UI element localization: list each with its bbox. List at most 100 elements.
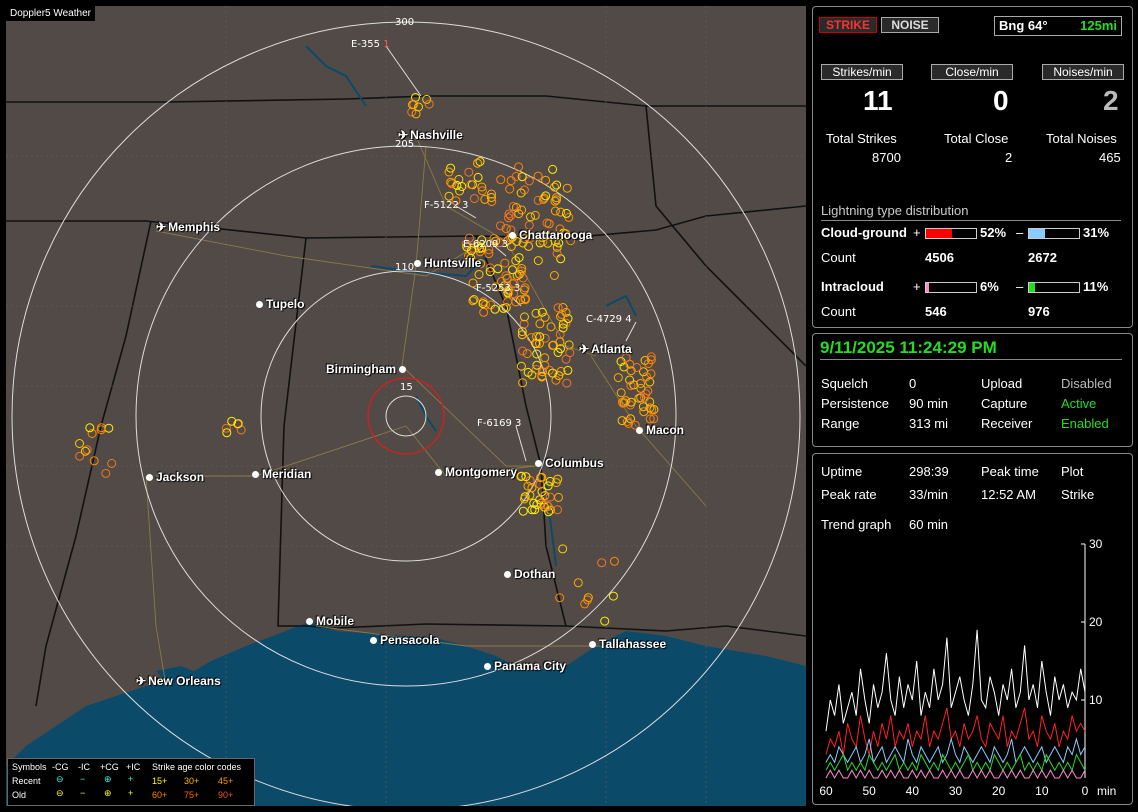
distribution-title: Lightning type distribution: [821, 203, 969, 218]
ring-label-300: 300: [395, 17, 415, 28]
storm-label[interactable]: F-5122 3: [424, 200, 468, 211]
age-60-label: 60+: [152, 790, 168, 800]
peak-time-label: Peak time: [981, 464, 1039, 479]
bearing-display: Bng 64° 125mi: [994, 16, 1122, 36]
cg-plus-sign: +: [913, 225, 921, 240]
strike-marker: [609, 556, 619, 566]
strike-marker: [548, 164, 558, 174]
strikes-per-min-value: 11: [863, 85, 893, 116]
city-dot-icon: [146, 474, 153, 482]
strike-marker: [541, 175, 551, 185]
plot-label: Plot: [1061, 464, 1084, 479]
strike-toggle-button[interactable]: STRIKE: [819, 17, 877, 33]
strike-marker: [473, 158, 482, 168]
strike-marker: [573, 578, 583, 588]
city-montgomery: Montgomery: [435, 465, 517, 479]
trend-chart: 30 20 10 60 50 40 30 20 10 0 min: [819, 537, 1116, 798]
strike-marker: [625, 375, 635, 385]
total-close-value: 2: [1005, 150, 1013, 165]
city-tupelo: Tupelo: [256, 297, 304, 311]
legend-age-codes: Strike age color codes: [152, 762, 242, 772]
storm-label[interactable]: F-6169 3: [477, 418, 521, 429]
upload-status[interactable]: Disabled: [1061, 376, 1112, 391]
y-tick-label: 20: [1089, 615, 1103, 629]
storm-label[interactable]: E-6209 3: [463, 239, 508, 250]
divider: [821, 220, 1121, 221]
city-huntsville: Huntsville: [414, 256, 481, 270]
strike-marker: [457, 182, 467, 191]
strike-marker: [493, 264, 503, 274]
noises-per-min-value: 2: [1103, 85, 1119, 116]
strike-marker: [101, 468, 111, 478]
strike-marker: [506, 211, 515, 221]
squelch-value[interactable]: 0: [909, 376, 916, 391]
neg-ic-recent-icon: −: [80, 774, 86, 784]
storm-label[interactable]: E-355 1: [351, 39, 390, 50]
city-dot-icon: [414, 260, 421, 268]
storm-label[interactable]: F-5253 3: [476, 283, 520, 294]
strikes-per-min-button[interactable]: Strikes/min: [821, 64, 903, 80]
capture-status[interactable]: Active: [1061, 396, 1096, 411]
receiver-label: Receiver: [981, 416, 1033, 431]
noise-toggle-button[interactable]: NOISE: [881, 17, 939, 33]
strike-marker: [444, 191, 454, 201]
strike-marker: [550, 206, 560, 216]
x-tick-label: 10: [1035, 784, 1049, 798]
receiver-status[interactable]: Enabled: [1061, 416, 1109, 431]
trend-graph-value[interactable]: 60 min: [909, 517, 948, 532]
strike-marker: [526, 212, 535, 222]
strike-marker: [535, 319, 545, 329]
ic-count-label: Count: [821, 304, 856, 319]
legend-symbols-label: Symbols: [12, 762, 47, 772]
upload-label: Upload: [981, 376, 1023, 391]
persistence-value[interactable]: 90 min: [909, 396, 948, 411]
strike-marker: [543, 481, 553, 491]
trend-series-line: [825, 737, 1086, 764]
city-dot-icon: [435, 469, 442, 477]
total-noises-label: Total Noises: [1046, 131, 1117, 146]
storm-label[interactable]: C-4729 4: [586, 314, 632, 325]
range-label: Range: [821, 416, 860, 431]
age-75-label: 75+: [184, 790, 200, 800]
cg-negative-bar: [1028, 228, 1080, 239]
city-dot-icon: [252, 471, 259, 479]
legend-neg-cg: -CG: [52, 762, 69, 772]
strike-markers: [75, 93, 659, 626]
ic-positive-count: 546: [925, 304, 947, 319]
neg-ic-old-icon: −: [80, 788, 86, 798]
total-strikes-label: Total Strikes: [826, 131, 897, 146]
squelch-label: Squelch: [821, 376, 868, 391]
brand-label: Doppler5 Weather: [6, 6, 95, 21]
strike-marker: [469, 194, 479, 203]
cg-negative-count: 2672: [1028, 250, 1057, 265]
strike-marker: [616, 388, 626, 398]
noises-per-min-button[interactable]: Noises/min: [1042, 64, 1124, 80]
airport-icon: ✈: [136, 674, 147, 688]
legend-recent-label: Recent: [12, 776, 41, 786]
strike-marker: [514, 253, 524, 263]
strike-marker: [556, 207, 566, 217]
city-panama-city: Panama City: [484, 659, 566, 673]
plot-value[interactable]: Strike: [1061, 487, 1094, 502]
uptime-label: Uptime: [821, 464, 863, 479]
city-memphis: ✈ Memphis: [156, 220, 221, 234]
lightning-map[interactable]: Doppler5 Weather 300 205 110 15 E-355 1 …: [6, 6, 806, 806]
age-30-label: 30+: [184, 776, 200, 786]
strike-marker: [552, 180, 562, 190]
legend-pos-ic: +IC: [126, 762, 141, 772]
total-noises-value: 465: [1099, 150, 1121, 165]
city-columbus: Columbus: [535, 456, 604, 470]
city-dot-icon: [399, 366, 407, 374]
close-per-min-button[interactable]: Close/min: [931, 64, 1013, 80]
strike-stats-panel: STRIKE NOISE Bng 64° 125mi Strikes/min C…: [812, 6, 1133, 328]
strike-marker: [564, 340, 574, 350]
range-value[interactable]: 313 mi: [909, 416, 948, 431]
city-dot-icon: [484, 663, 491, 671]
x-tick-label: 30: [949, 784, 963, 798]
city-dot-icon: [306, 618, 313, 626]
neg-cg-old-icon: ⊖: [56, 788, 64, 798]
status-panel: 9/11/2025 11:24:29 PM Squelch 0 Upload D…: [812, 333, 1133, 447]
strike-marker: [530, 210, 540, 220]
trend-series-line: [825, 707, 1086, 755]
city-chattanooga: Chattanooga: [509, 228, 592, 242]
